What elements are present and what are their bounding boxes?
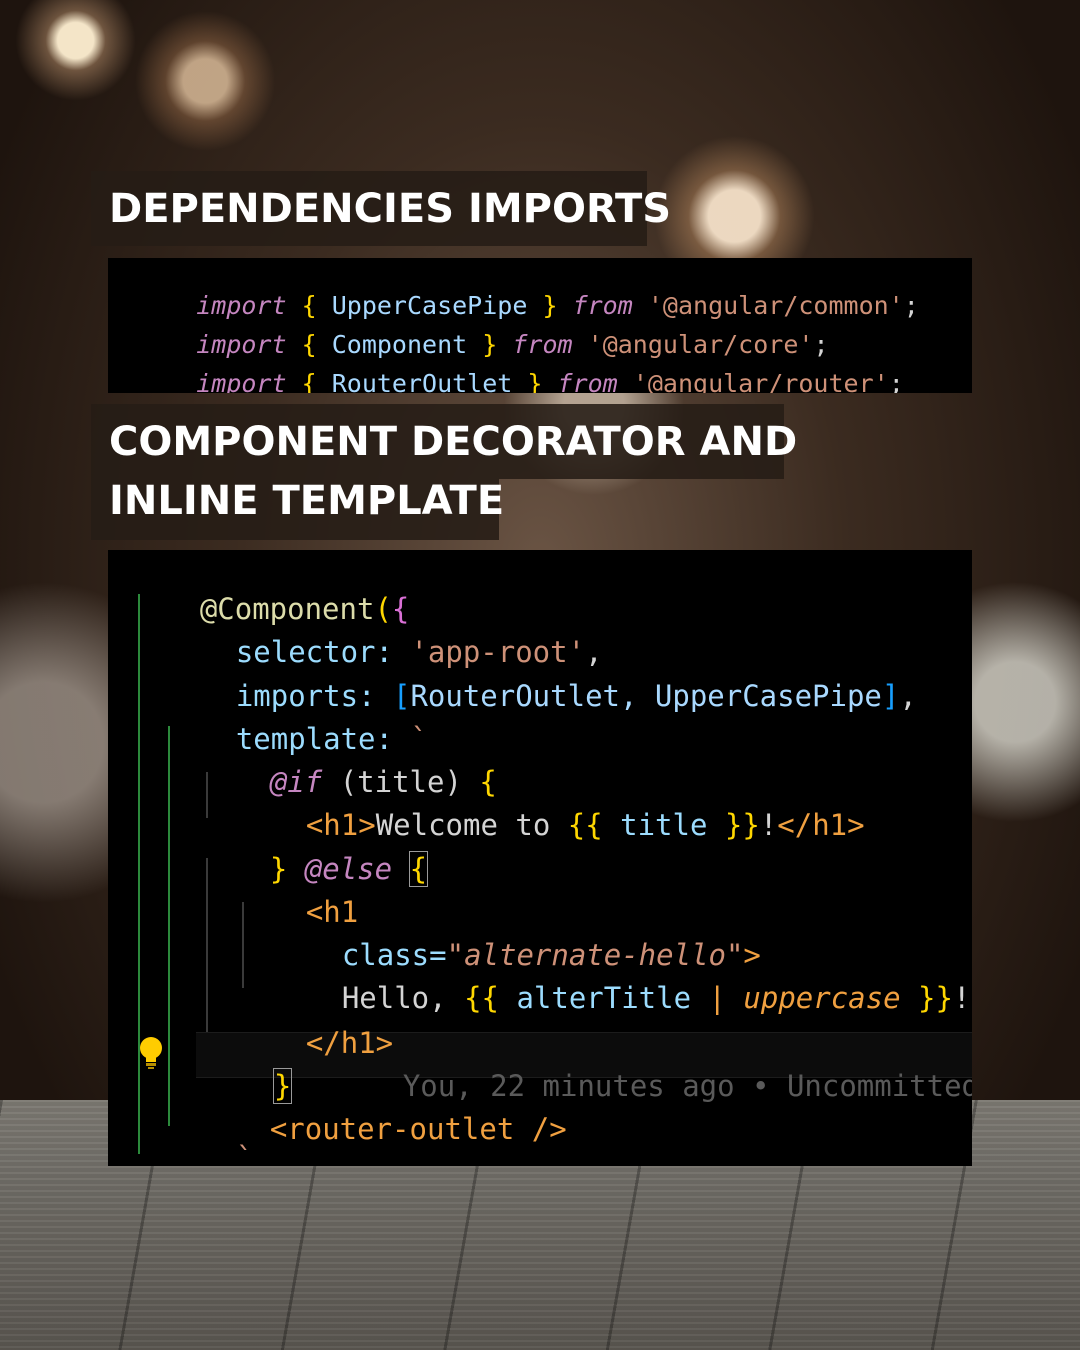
comma: , bbox=[899, 679, 917, 713]
h1-close-tag: </h1> bbox=[777, 808, 865, 842]
component-code-panel: @Component({ selector: 'app-root', impor… bbox=[108, 550, 972, 1166]
indent-guide bbox=[138, 594, 140, 1154]
brace-open: { bbox=[301, 369, 317, 393]
end-comma: , bbox=[252, 1164, 269, 1166]
heading-component-line2: INLINE TEMPLATE bbox=[91, 479, 504, 540]
heading-component-line1: COMPONENT DECORATOR AND bbox=[91, 404, 797, 479]
code-end-comma-line: , bbox=[182, 1130, 269, 1166]
import-line-3: import { RouterOutlet } from '@angular/r… bbox=[136, 340, 904, 393]
else-brace: { bbox=[408, 851, 429, 887]
interpolation-open: {{ bbox=[464, 981, 499, 1015]
semicolon: ; bbox=[903, 291, 919, 320]
semicolon: ; bbox=[888, 369, 904, 393]
module-path: '@angular/router' bbox=[632, 369, 889, 393]
keyword-from: from bbox=[557, 369, 618, 393]
uppercase-pipe: uppercase bbox=[725, 981, 919, 1015]
interpolation-open: {{ bbox=[567, 808, 603, 842]
interpolation-close: }} bbox=[918, 981, 953, 1015]
heading-dependencies-imports: DEPENDENCIES IMPORTS bbox=[91, 171, 671, 246]
heading-component-text-1: COMPONENT DECORATOR AND bbox=[109, 418, 798, 465]
pipe-bar: | bbox=[708, 981, 726, 1015]
imports-items: RouterOutlet, UpperCasePipe bbox=[410, 679, 882, 713]
imports-code-panel: import { UpperCasePipe } from '@angular/… bbox=[108, 258, 972, 393]
lightbulb-icon[interactable] bbox=[138, 1036, 164, 1070]
keyword-import: import bbox=[196, 369, 287, 393]
title-variable: title bbox=[602, 808, 725, 842]
router-outlet-tag: <router-outlet /> bbox=[269, 1112, 567, 1146]
heading-component-text-2: INLINE TEMPLATE bbox=[109, 478, 505, 524]
exclamations: !!! bbox=[952, 981, 972, 1015]
interpolation-close: }} bbox=[724, 808, 760, 842]
exclamation: ! bbox=[759, 808, 778, 842]
heading-dependencies-text: DEPENDENCIES IMPORTS bbox=[109, 185, 672, 232]
bracket-close: ] bbox=[881, 679, 900, 713]
import-name: RouterOutlet bbox=[331, 369, 513, 393]
alter-title-variable: alterTitle bbox=[498, 981, 709, 1015]
brace-close: } bbox=[527, 369, 543, 393]
